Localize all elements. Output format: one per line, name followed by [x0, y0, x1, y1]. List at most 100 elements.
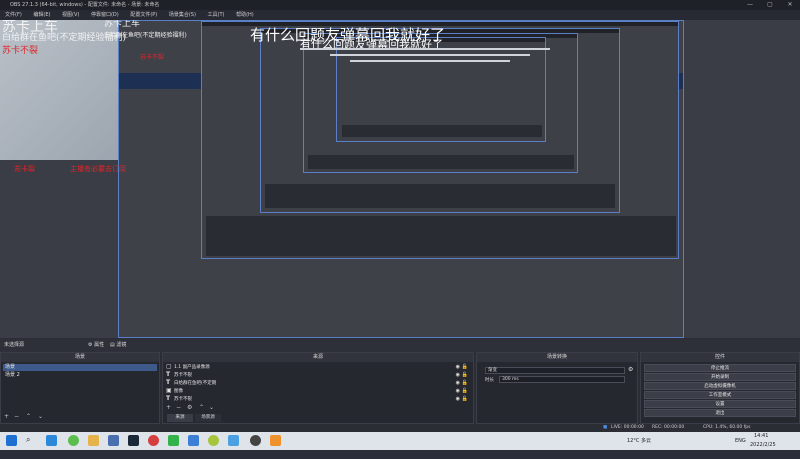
eye-icon[interactable]: ◉	[456, 371, 460, 379]
text-icon: T	[166, 371, 171, 378]
nested-capture-4	[336, 37, 546, 142]
lock-icon[interactable]: 🔓	[462, 363, 468, 371]
overlay-line-red: 苏卡不裂	[2, 46, 39, 56]
clock-date[interactable]: 2022/2/25	[750, 441, 776, 459]
lock-icon[interactable]: 🔓	[462, 395, 468, 403]
stop-streaming-button[interactable]: 停止推流	[644, 364, 796, 372]
eye-icon[interactable]: ◉	[456, 379, 460, 387]
properties-button[interactable]: ⚙ 属性	[88, 339, 104, 352]
weather-text[interactable]: 12°C 多云	[627, 432, 651, 450]
minimize-button[interactable]: —	[740, 0, 760, 10]
wechat-icon[interactable]	[168, 435, 179, 446]
menu-edit[interactable]: 编辑(E)	[28, 10, 55, 20]
menu-help[interactable]: 帮助(H)	[231, 10, 259, 20]
overlay-subscribe: 主播有必要去订阅	[70, 165, 126, 173]
scenes-dock: 场景 场景 场景 2 + − ⌃ ⌄	[0, 352, 160, 424]
maximize-button[interactable]: ▢	[760, 0, 780, 10]
steam-icon[interactable]	[128, 435, 139, 446]
controls-dock: 控件 停止推流 开始录制 启动虚拟摄像机 工作室模式 设置 退出	[640, 352, 800, 424]
scene-item[interactable]: 场景 2	[3, 372, 157, 379]
source-row[interactable]: ▣ 图像 ◉ 🔓	[166, 387, 470, 395]
text-icon: T	[166, 379, 171, 386]
eye-icon[interactable]: ◉	[456, 395, 460, 403]
remove-source-button[interactable]: −	[176, 404, 181, 411]
app-icon[interactable]	[68, 435, 79, 446]
no-source-label: 未选择源	[4, 342, 25, 348]
add-source-button[interactable]: +	[166, 404, 171, 411]
lock-icon[interactable]: 🔓	[462, 379, 468, 387]
live-time: LIVE: 00:00:00	[611, 425, 644, 430]
menubar: 文件(F) 编辑(E) 视图(V) 停靠窗口(D) 配置文件(P) 场景集合(S…	[0, 10, 800, 20]
controls-title: 控件	[641, 353, 799, 362]
taskbar: ⌕ 12°C 多云 ENG 14:41 2022/2/25	[0, 432, 800, 450]
scenes-title: 场景	[1, 353, 159, 362]
image-icon: ▣	[166, 387, 172, 394]
obs-icon[interactable]	[250, 435, 261, 446]
start-virtual-camera-button[interactable]: 启动虚拟摄像机	[644, 382, 796, 390]
transition-select[interactable]: 渐变	[485, 367, 625, 374]
menu-docks[interactable]: 停靠窗口(D)	[86, 10, 124, 20]
move-up-button[interactable]: ⌃	[26, 413, 31, 420]
scene-item[interactable]: 场景	[3, 364, 157, 371]
transitions-dock: 场景转换 渐变 ⚙ 时长 300 ms	[476, 352, 638, 424]
duration-input[interactable]: 300 ms	[499, 376, 625, 383]
gear-icon[interactable]: ⚙	[628, 366, 633, 373]
studio-mode-button[interactable]: 工作室模式	[644, 391, 796, 399]
cpu-fps: CPU: 1.4%, 60.00 fps	[703, 425, 751, 430]
source-row[interactable]: T 苏卡不裂 ◉ 🔓	[166, 371, 470, 379]
lock-icon[interactable]: 🔓	[462, 371, 468, 379]
source-row[interactable]: T 白给群在鱼吧(不定期 ◉ 🔓	[166, 379, 470, 387]
edge-icon[interactable]	[46, 435, 57, 446]
window-title: OBS 27.1.3 (64-bit, windows) - 配置文件: 未命名…	[10, 2, 160, 8]
rec-time: REC: 00:00:00	[652, 425, 685, 430]
overlay-line-red-nested: 苏卡不裂	[140, 54, 165, 61]
add-scene-button[interactable]: +	[4, 413, 9, 420]
app-icon[interactable]	[208, 435, 219, 446]
exit-button[interactable]: 退出	[644, 409, 796, 417]
source-up-button[interactable]: ⌃	[199, 404, 204, 411]
nested-capture-1	[201, 21, 679, 259]
language-indicator[interactable]: ENG	[735, 432, 746, 450]
close-button[interactable]: ✕	[780, 0, 800, 10]
eye-icon[interactable]: ◉	[456, 387, 460, 395]
app-icon[interactable]	[108, 435, 119, 446]
statusbar: ■ LIVE: 00:00:00 REC: 00:00:00 CPU: 1.4%…	[0, 424, 800, 432]
app-icon[interactable]	[148, 435, 159, 446]
tab-sources[interactable]: 来源	[167, 414, 193, 422]
settings-button[interactable]: 设置	[644, 400, 796, 408]
menu-profile[interactable]: 配置文件(P)	[125, 10, 162, 20]
source-row[interactable]: T 苏卡不裂 ◉ 🔓	[166, 395, 470, 403]
capture-icon: ▢	[166, 363, 172, 370]
overlay-line-white-nested: 白给群在鱼吧(不定期经验福利)	[104, 32, 187, 39]
transitions-title: 场景转换	[477, 353, 637, 362]
app-icon[interactable]	[228, 435, 239, 446]
source-row[interactable]: ▢ 1.1 副产品录像源 ◉ 🔓	[166, 363, 470, 371]
duration-label: 时长	[485, 378, 494, 383]
app-icon[interactable]	[188, 435, 199, 446]
lock-icon[interactable]: 🔓	[462, 387, 468, 395]
source-down-button[interactable]: ⌄	[209, 404, 214, 411]
app-icon[interactable]	[88, 435, 99, 446]
menu-scene-collection[interactable]: 场景集合(S)	[164, 10, 201, 20]
eye-icon[interactable]: ◉	[456, 363, 460, 371]
text-icon: T	[166, 395, 171, 402]
menu-tools[interactable]: 工具(T)	[203, 10, 230, 20]
overlay-title-nested: 苏卡上车	[104, 20, 141, 29]
windows-start-icon[interactable]	[6, 435, 17, 446]
overlay-streamer: 苏卡裂	[14, 165, 35, 173]
menu-view[interactable]: 视图(V)	[57, 10, 84, 20]
source-settings-button[interactable]: ⚙	[187, 404, 192, 411]
app-icon[interactable]	[270, 435, 281, 446]
preview-area[interactable]: 苏卡上车 白给群在鱼吧(不定期经验福利) 苏卡不裂 苏卡上车 白给群在鱼吧(不定…	[0, 20, 800, 338]
docks-area: 场景 场景 场景 2 + − ⌃ ⌄ 来源 ▢ 1.1 副产品录像源 ◉ 🔓 T 苏卡不…	[0, 352, 800, 424]
remove-scene-button[interactable]: −	[14, 413, 19, 420]
tab-scene-sources[interactable]: 场景源	[195, 414, 221, 422]
sources-title: 来源	[163, 353, 473, 362]
live-icon: ■	[603, 425, 608, 430]
filters-button[interactable]: ▤ 滤镜	[110, 339, 126, 352]
sources-dock: 来源 ▢ 1.1 副产品录像源 ◉ 🔓 T 苏卡不裂 ◉ 🔓 T 白给群在鱼吧(不定期 ◉ 🔓 ▣…	[162, 352, 474, 424]
search-icon[interactable]: ⌕	[26, 435, 37, 446]
move-down-button[interactable]: ⌄	[38, 413, 43, 420]
start-recording-button[interactable]: 开始录制	[644, 373, 796, 381]
menu-file[interactable]: 文件(F)	[0, 10, 27, 20]
